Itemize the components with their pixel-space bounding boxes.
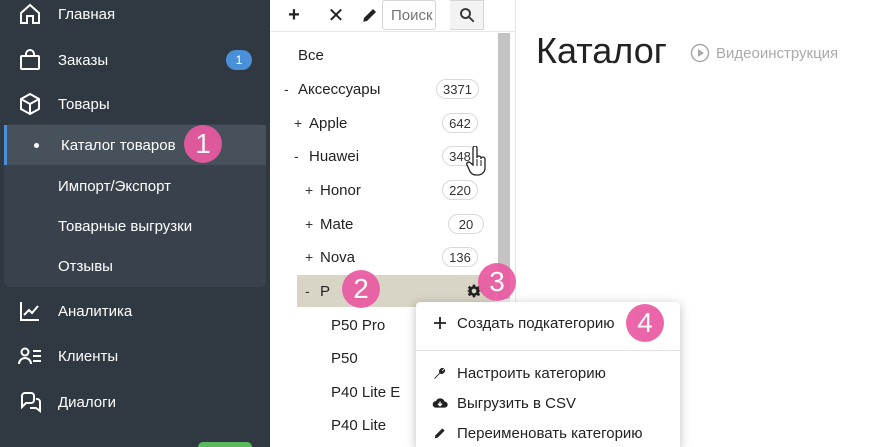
tree-label: P40 Lite [331, 416, 387, 434]
tree-row[interactable]: - Huawei 348 [270, 139, 496, 173]
sub-item-product-feeds[interactable]: Товарные выгрузки [4, 206, 266, 246]
video-instruction-link[interactable]: Видеоинструкция [690, 42, 838, 64]
sub-item-catalog[interactable]: Каталог товаров [4, 125, 266, 165]
nav-label: Товары [58, 95, 110, 113]
tree-label: P [320, 282, 331, 300]
shopping-bag-icon [17, 47, 43, 73]
search-button[interactable] [450, 0, 484, 30]
menu-label: Создать подкатегорию [457, 314, 615, 332]
hand-cursor-icon [466, 146, 486, 176]
chat-bubbles-icon [17, 389, 43, 415]
collapse-toggle[interactable]: - [294, 148, 299, 164]
nav-item-clients[interactable]: Клиенты [0, 334, 270, 378]
search-input[interactable] [382, 0, 436, 30]
plus-icon [432, 315, 448, 331]
menu-configure-category[interactable]: Настроить категорию [416, 358, 680, 388]
tree-label: P50 [331, 349, 358, 367]
collapse-toggle[interactable]: - [284, 81, 289, 97]
tree-label: P50 Pro [331, 316, 386, 334]
tree-row[interactable]: P50 [270, 341, 420, 375]
tree-toolbar: + ✕ [270, 0, 516, 32]
nav-item-products[interactable]: Товары [0, 82, 270, 126]
delete-category-button[interactable]: ✕ [320, 0, 352, 30]
page-title: Каталог [536, 30, 667, 71]
tree-row[interactable]: - Аксессуары 3371 [270, 72, 496, 106]
sidebar: Главная Заказы 1 Товары Каталог товаров … [0, 0, 270, 447]
tree-label: Все [298, 46, 324, 64]
home-icon [17, 1, 43, 27]
nav-label: Товарные выгрузки [58, 217, 193, 235]
nav-label: Каталог товаров [61, 136, 176, 154]
orders-badge: 1 [226, 50, 252, 70]
status-chip [198, 442, 252, 447]
cloud-download-icon [432, 395, 448, 411]
menu-rename-category[interactable]: Переименовать категорию [416, 418, 680, 447]
tree-row-all[interactable]: Все [270, 38, 496, 72]
count-pill: 20 [448, 214, 484, 234]
tree-label: Apple [309, 114, 348, 132]
nav-label: Диалоги [58, 393, 116, 411]
active-dot [34, 142, 39, 148]
tree-row[interactable]: P40 Lite E [270, 375, 420, 409]
sub-item-reviews[interactable]: Отзывы [4, 246, 266, 286]
nav-item-orders[interactable]: Заказы 1 [0, 38, 270, 82]
expand-toggle[interactable]: + [305, 182, 313, 198]
pencil-icon [363, 9, 376, 22]
tree-row[interactable]: + Nova 136 [270, 240, 496, 274]
tree-label: Mate [320, 215, 354, 233]
sub-item-import-export[interactable]: Импорт/Экспорт [4, 166, 266, 206]
tree-row[interactable]: + Honor 220 [270, 173, 496, 207]
count-pill: 220 [442, 180, 478, 200]
step-marker-2: 2 [342, 270, 380, 308]
nav-label: Отзывы [58, 257, 113, 275]
chart-line-icon [17, 298, 43, 324]
tree-row[interactable]: P50 Pro [270, 308, 420, 342]
step-marker-4: 4 [626, 304, 664, 342]
wrench-icon [432, 365, 448, 381]
nav-label: Импорт/Экспорт [58, 177, 171, 195]
box-icon [17, 91, 43, 117]
count-pill: 3371 [436, 79, 479, 99]
nav-label: Главная [58, 5, 116, 23]
play-circle-icon [690, 43, 710, 63]
expand-toggle[interactable]: + [305, 249, 313, 265]
count-pill: 136 [442, 247, 478, 267]
nav-label: Заказы [58, 51, 109, 69]
menu-label: Настроить категорию [457, 364, 606, 382]
search-icon [459, 8, 474, 23]
nav-label: Аналитика [58, 302, 133, 320]
tree-scroll-thumb[interactable] [498, 33, 510, 299]
tree-label: Nova [320, 248, 356, 266]
tree-label: Huawei [309, 147, 360, 165]
users-list-icon [17, 343, 43, 369]
tree-label: P40 Lite E [331, 383, 401, 401]
count-pill: 642 [442, 113, 478, 133]
nav-item-dialogs[interactable]: Диалоги [0, 380, 270, 424]
nav-item-home[interactable]: Главная [0, 0, 270, 36]
menu-label: Выгрузить в CSV [457, 394, 577, 412]
expand-toggle[interactable]: + [294, 115, 302, 131]
tree-label: Honor [320, 181, 361, 199]
tree-row[interactable]: P40 Lite [270, 408, 420, 442]
tree-row[interactable]: + Mate 20 [270, 207, 496, 241]
nav-item-analytics[interactable]: Аналитика [0, 289, 270, 333]
collapse-toggle[interactable]: - [305, 283, 310, 299]
menu-divider [416, 350, 680, 351]
add-category-button[interactable]: + [278, 0, 310, 30]
tree-label: Аксессуары [298, 80, 381, 98]
pencil-icon [432, 425, 448, 441]
video-label: Видеоинструкция [716, 44, 839, 62]
edit-category-button[interactable] [360, 0, 380, 30]
step-marker-3: 3 [478, 263, 516, 301]
expand-toggle[interactable]: + [305, 216, 313, 232]
step-marker-1: 1 [184, 125, 222, 163]
menu-label: Переименовать категорию [457, 424, 643, 442]
nav-label: Клиенты [58, 347, 119, 365]
tree-row[interactable]: + Apple 642 [270, 106, 496, 140]
menu-export-csv[interactable]: Выгрузить в CSV [416, 388, 680, 418]
